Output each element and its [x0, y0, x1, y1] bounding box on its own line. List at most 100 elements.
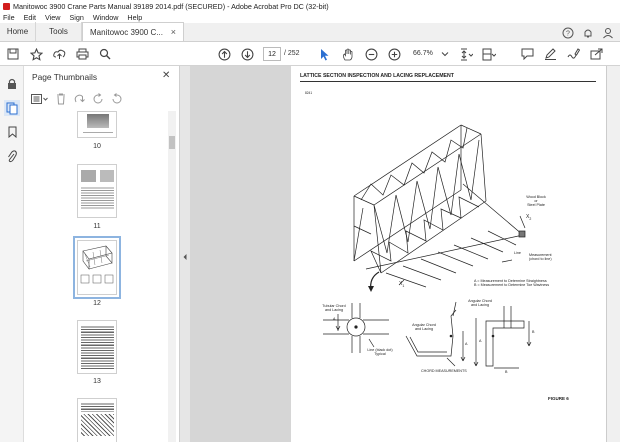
thumbnail-image	[87, 114, 109, 128]
window-title: Manitowoc 3900 Crane Parts Manual 39189 …	[13, 1, 329, 11]
label-a3: A	[479, 339, 482, 343]
label-line: Line	[514, 251, 521, 255]
left-rail	[0, 66, 24, 442]
thumbnail-image	[100, 170, 114, 182]
label-steel-plate: Steel Plate	[527, 203, 545, 207]
label-black-dot: Line (black dot) Typical	[365, 348, 395, 356]
thumbnail-label: 12	[93, 300, 101, 307]
thumbnail-label: 13	[93, 378, 101, 385]
svg-text:?: ?	[566, 30, 570, 37]
label-x1-sub: 1	[402, 284, 405, 288]
title-bar: Manitowoc 3900 Crane Parts Manual 39189 …	[0, 0, 620, 12]
rotate-clockwise-icon[interactable]	[111, 93, 123, 105]
bookmark-star-icon[interactable]	[28, 46, 44, 62]
label-tubular: Tubular Chord and Lacing	[319, 304, 349, 312]
tab-tools[interactable]: Tools	[36, 22, 82, 41]
right-pane-collapsed[interactable]	[606, 66, 620, 442]
search-icon[interactable]	[97, 46, 113, 62]
signin-icon[interactable]	[602, 27, 614, 39]
close-tab-icon[interactable]: ×	[171, 27, 176, 37]
zoom-out-icon[interactable]	[363, 46, 379, 62]
label-x2: X2	[526, 214, 531, 221]
menu-window[interactable]: Window	[93, 13, 119, 22]
bell-icon[interactable]	[582, 27, 594, 39]
undo-rotate-icon[interactable]	[73, 93, 85, 105]
label-a1: A	[333, 317, 336, 321]
tab-document[interactable]: Manitowoc 3900 C... ×	[82, 22, 184, 41]
panel-collapse-handle[interactable]	[180, 66, 190, 442]
menu-sign[interactable]: Sign	[69, 13, 83, 22]
document-page: LATTICE SECTION INSPECTION AND LACING RE…	[291, 66, 606, 442]
label-block: Wood Block or Steel Plate	[521, 195, 551, 207]
thumbnail-text-block	[81, 402, 114, 412]
label-figure: FIGURE 6	[548, 396, 569, 401]
collapse-arrow-icon	[183, 254, 187, 260]
close-panel-icon[interactable]: ✕	[162, 70, 170, 81]
print-icon[interactable]	[74, 46, 90, 62]
panel-toolbar	[31, 91, 123, 107]
panel-scrollbar-thumb[interactable]	[169, 136, 175, 149]
thumbnail-label: 10	[93, 143, 101, 150]
header-right-icons: ?	[562, 24, 614, 41]
select-cursor-icon[interactable]	[317, 46, 333, 62]
main-toolbar: 12 / 252 66.7%	[0, 42, 620, 66]
thumbnail-page-10[interactable]	[77, 111, 117, 138]
menu-view[interactable]: View	[45, 13, 60, 22]
menu-file[interactable]: File	[3, 13, 15, 22]
page-thumbnails-icon[interactable]	[4, 100, 20, 116]
zoom-dropdown-icon[interactable]	[437, 46, 453, 62]
label-black-dot-2: Typical	[374, 352, 386, 356]
sign-pen-icon[interactable]	[565, 46, 581, 62]
thumbnail-page-14[interactable]	[77, 398, 117, 442]
label-x1: X1	[399, 281, 404, 288]
scroll-mode-icon[interactable]	[481, 46, 497, 62]
upload-cloud-icon[interactable]	[51, 46, 67, 62]
thumbnail-page-11[interactable]	[77, 164, 117, 218]
thumbnail-text-line	[83, 132, 113, 133]
previous-page-icon[interactable]	[216, 46, 232, 62]
attachments-paperclip-icon[interactable]	[4, 148, 20, 164]
label-angular-2: Angular Chord and Lacing	[465, 299, 495, 307]
next-page-icon[interactable]	[239, 46, 255, 62]
label-legend: A = Measurement to Determine Straightnes…	[474, 279, 549, 287]
label-angular-1: Angular Chord and Lacing	[409, 323, 439, 331]
security-lock-icon[interactable]	[4, 76, 20, 92]
page-number-value: 12	[268, 50, 276, 58]
zoom-level[interactable]: 66.7%	[413, 50, 433, 57]
thumbnail-image	[80, 245, 114, 284]
thumbnail-page-13[interactable]	[77, 320, 117, 374]
panel-scrollbar[interactable]	[168, 111, 176, 442]
menu-help[interactable]: Help	[127, 13, 142, 22]
save-icon[interactable]	[5, 46, 21, 62]
page-total: / 252	[284, 50, 300, 57]
options-menu-icon[interactable]	[31, 93, 49, 105]
thumbnail-text-block	[81, 325, 114, 369]
delete-page-icon[interactable]	[56, 93, 66, 105]
tab-document-label: Manitowoc 3900 C...	[90, 27, 163, 37]
help-icon[interactable]: ?	[562, 27, 574, 39]
page-number-input[interactable]: 12	[263, 47, 281, 61]
hand-tool-icon[interactable]	[340, 46, 356, 62]
app-icon	[3, 2, 10, 10]
thumbnail-image	[81, 414, 114, 436]
thumbnail-text-block	[81, 186, 114, 210]
panel-title: Page Thumbnails	[32, 72, 98, 82]
label-a2: A	[465, 342, 468, 346]
tab-tools-label: Tools	[49, 27, 68, 36]
thumbnail-page-12[interactable]	[73, 236, 121, 299]
tab-home[interactable]: Home	[0, 22, 36, 41]
label-b1: B	[532, 330, 535, 334]
tab-home-label: Home	[6, 27, 29, 36]
comment-icon[interactable]	[519, 46, 535, 62]
thumbnail-image	[81, 170, 96, 182]
label-legend-b: B = Measurement to Determine Toe Wavines…	[474, 283, 550, 287]
rotate-counterclockwise-icon[interactable]	[92, 93, 104, 105]
bookmarks-icon[interactable]	[4, 124, 20, 140]
zoom-in-icon[interactable]	[386, 46, 402, 62]
lattice-figure	[323, 124, 532, 369]
page-display-icon[interactable]	[458, 46, 474, 62]
tab-bar: Home Tools Manitowoc 3900 C... ×	[0, 22, 620, 42]
highlight-pen-icon[interactable]	[542, 46, 558, 62]
menu-edit[interactable]: Edit	[24, 13, 36, 22]
share-icon[interactable]	[588, 46, 604, 62]
